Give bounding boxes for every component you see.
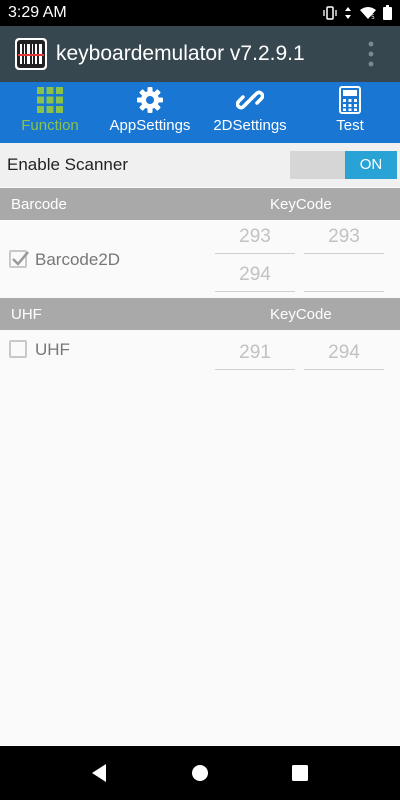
status-icons: 5 bbox=[323, 5, 392, 20]
section-title: Barcode bbox=[11, 196, 67, 213]
system-nav-bar bbox=[0, 746, 400, 800]
enable-scanner-label: Enable Scanner bbox=[7, 155, 128, 174]
function-panel: Enable Scanner ON Barcode KeyCode Barcod… bbox=[0, 143, 400, 746]
enable-scanner-toggle[interactable]: ON bbox=[290, 151, 397, 179]
overflow-menu-icon[interactable] bbox=[368, 40, 374, 68]
uhf-label: UHF bbox=[35, 340, 70, 359]
barcode2d-row: Barcode2D 293 293 294 bbox=[0, 220, 400, 296]
grid-icon bbox=[37, 87, 63, 113]
app-bar: keyboardemulator v7.2.9.1 bbox=[0, 26, 400, 82]
section-header-barcode: Barcode KeyCode bbox=[0, 188, 400, 220]
link-icon bbox=[236, 90, 264, 110]
enable-scanner-row: Enable Scanner ON bbox=[0, 143, 400, 187]
barcode2d-checkbox[interactable] bbox=[9, 250, 29, 268]
tab-2dsettings[interactable]: 2DSettings bbox=[200, 82, 300, 143]
toggle-state: ON bbox=[345, 151, 397, 179]
back-icon[interactable] bbox=[90, 763, 108, 783]
keycode-header: KeyCode bbox=[270, 306, 332, 323]
barcode-scanner-icon bbox=[15, 38, 47, 70]
tab-test[interactable]: Test bbox=[300, 82, 400, 143]
keycode-field[interactable]: 294 bbox=[215, 258, 295, 292]
section-header-uhf: UHF KeyCode bbox=[0, 298, 400, 330]
uhf-row: UHF 291 294 bbox=[0, 334, 400, 374]
barcode2d-label: Barcode2D bbox=[35, 250, 121, 269]
uhf-checkbox[interactable] bbox=[9, 340, 27, 358]
calculator-icon bbox=[339, 86, 361, 114]
section-title: UHF bbox=[11, 306, 42, 323]
tab-label: AppSettings bbox=[109, 117, 191, 134]
recents-icon[interactable] bbox=[291, 763, 309, 783]
tab-bar: Function AppSettings 2DSettings Test bbox=[0, 82, 400, 143]
app-title: keyboardemulator v7.2.9.1 bbox=[56, 42, 305, 65]
gear-icon bbox=[137, 87, 163, 113]
keycode-field[interactable]: 294 bbox=[304, 336, 384, 370]
tab-label: 2DSettings bbox=[213, 117, 287, 134]
status-time: 3:29 AM bbox=[8, 4, 67, 21]
wifi-icon: 5 bbox=[360, 6, 376, 20]
battery-icon bbox=[383, 5, 392, 20]
keycode-field[interactable]: 293 bbox=[304, 220, 384, 254]
keycode-field[interactable]: 293 bbox=[215, 220, 295, 254]
vibrate-icon bbox=[323, 5, 337, 20]
data-arrows-icon bbox=[345, 6, 351, 19]
tab-label: Test bbox=[336, 117, 364, 134]
home-icon[interactable] bbox=[191, 763, 209, 783]
checkmark-icon bbox=[12, 251, 29, 266]
tab-function[interactable]: Function bbox=[0, 82, 100, 143]
keycode-header: KeyCode bbox=[270, 196, 332, 213]
keycode-field[interactable] bbox=[304, 258, 384, 292]
tab-appsettings[interactable]: AppSettings bbox=[100, 82, 200, 143]
keycode-field[interactable]: 291 bbox=[215, 336, 295, 370]
status-bar: 3:29 AM 5 bbox=[0, 0, 400, 26]
tab-label: Function bbox=[21, 117, 79, 134]
svg-text:5: 5 bbox=[371, 14, 375, 20]
